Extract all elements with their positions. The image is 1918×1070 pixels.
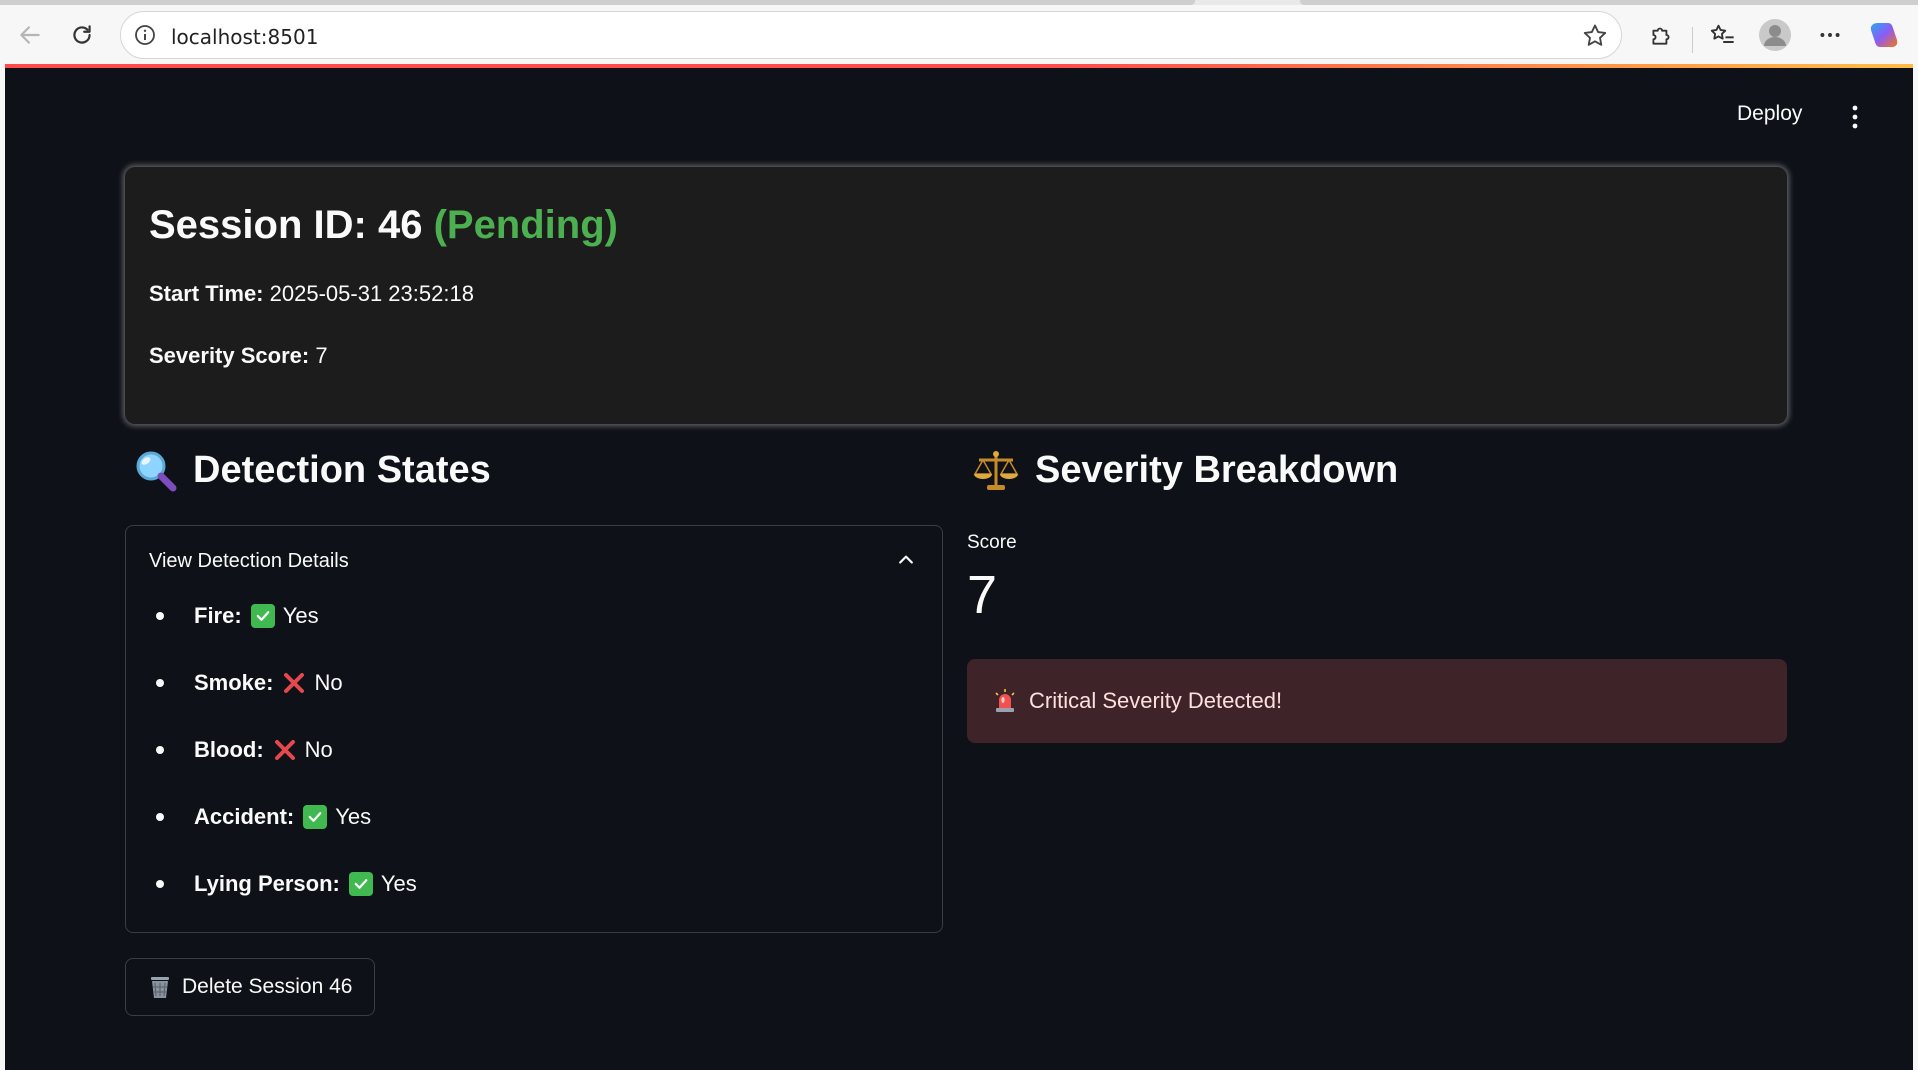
alert-text: Critical Severity Detected!: [1029, 688, 1283, 713]
back-button[interactable]: [12, 17, 48, 53]
detection-heading: Detection States: [133, 448, 491, 492]
severity-score-value: 7: [315, 343, 328, 368]
bullet: [156, 880, 164, 888]
detection-label: Blood:: [194, 737, 264, 762]
avatar-icon: [1759, 19, 1791, 51]
bullet: [156, 813, 164, 821]
delete-session-button[interactable]: Delete Session 46: [125, 958, 375, 1016]
magnifier-icon: [133, 448, 177, 492]
detection-item-fire: Fire: Yes: [156, 596, 319, 636]
expander-toggle[interactable]: View Detection Details: [149, 550, 349, 573]
bullet: [156, 746, 164, 754]
detection-state: No: [304, 737, 333, 762]
detection-heading-text: Detection States: [193, 448, 491, 491]
favorite-star-icon[interactable]: [1581, 22, 1609, 50]
detection-label: Fire:: [194, 603, 242, 628]
detection-state: No: [314, 670, 343, 695]
puzzle-icon: [1652, 27, 1670, 45]
back-arrow-icon: [20, 26, 40, 44]
reload-icon: [73, 25, 91, 44]
siren-icon: [993, 688, 1017, 714]
metric-label: Score: [967, 532, 1017, 553]
bullet: [156, 612, 164, 620]
check-icon: [348, 872, 373, 896]
session-status: (Pending): [433, 203, 618, 247]
severity-score-line: Severity Score: 7: [149, 343, 328, 369]
session-id-text: Session ID: 46: [149, 203, 423, 247]
chevron-up-icon[interactable]: [896, 550, 916, 570]
detection-state: Yes: [282, 603, 319, 628]
scales-icon: [973, 448, 1019, 492]
session-title: Session ID: 46 (Pending): [149, 203, 618, 248]
critical-alert: Critical Severity Detected!: [967, 659, 1787, 743]
cross-icon: [273, 738, 297, 762]
bullet: [156, 679, 164, 687]
info-icon[interactable]: [133, 23, 157, 47]
address-bar[interactable]: localhost:8501: [120, 11, 1622, 59]
detection-item-lying-person: Lying Person: Yes: [156, 864, 417, 904]
wastebasket-icon: [148, 974, 172, 1000]
detection-state: Yes: [380, 871, 417, 896]
reload-button[interactable]: [64, 17, 100, 53]
app-decoration-bar: [5, 64, 1913, 68]
profile-button[interactable]: [1758, 18, 1792, 52]
detection-item-blood: Blood: No: [156, 730, 333, 770]
detection-label: Smoke:: [194, 670, 274, 695]
delete-session-label: Delete Session 46: [182, 975, 353, 998]
severity-heading-text: Severity Breakdown: [1035, 448, 1399, 491]
start-time-line: Start Time: 2025-05-31 23:52:18: [149, 281, 474, 307]
detection-item-accident: Accident: Yes: [156, 797, 371, 837]
more-menu-button[interactable]: [1813, 18, 1847, 52]
severity-heading: Severity Breakdown: [973, 448, 1398, 492]
copilot-button[interactable]: [1867, 18, 1901, 52]
detection-label: Lying Person:: [194, 871, 340, 896]
favorites-button[interactable]: [1705, 18, 1739, 52]
check-icon: [303, 805, 328, 829]
detection-label: Accident:: [194, 804, 295, 829]
start-time-label: Start Time:: [149, 281, 264, 306]
start-time-value: 2025-05-31 23:52:18: [269, 281, 474, 306]
deploy-button[interactable]: Deploy: [1737, 102, 1802, 126]
severity-score-label: Severity Score:: [149, 343, 310, 368]
cross-icon: [282, 671, 306, 695]
app-viewport: Deploy Session ID: 46 (Pending) Start Ti…: [5, 64, 1913, 1070]
ellipsis-icon: [1820, 33, 1840, 37]
check-icon: [250, 604, 275, 628]
detection-state: Yes: [335, 804, 372, 829]
session-card: Session ID: 46 (Pending) Start Time: 202…: [125, 167, 1787, 424]
browser-toolbar: localhost:8501: [0, 5, 1918, 64]
detection-expander: View Detection Details Fire: Yes Smoke: …: [125, 525, 943, 933]
main-menu-icon[interactable]: [1849, 104, 1861, 130]
copilot-icon: [1870, 23, 1898, 47]
metric-value: 7: [967, 565, 998, 625]
favorites-list-icon: [1710, 24, 1734, 43]
url-text[interactable]: localhost:8501: [171, 25, 318, 49]
detection-item-smoke: Smoke: No: [156, 663, 343, 703]
extensions-button[interactable]: [1644, 18, 1678, 52]
toolbar-divider: [1692, 27, 1693, 53]
